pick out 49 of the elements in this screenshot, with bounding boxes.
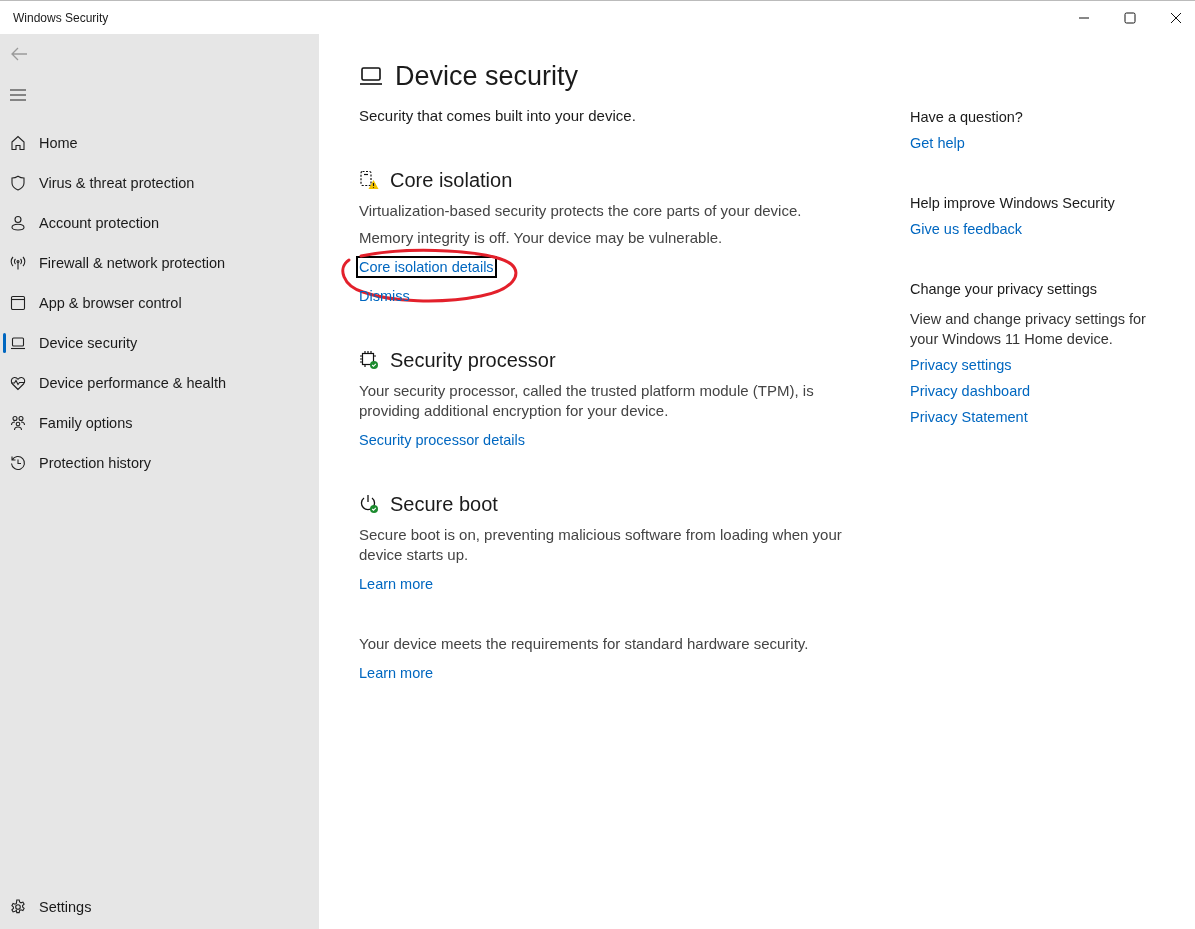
close-icon[interactable] xyxy=(1170,11,1182,24)
home-icon xyxy=(10,135,26,151)
help-heading: Change your privacy settings xyxy=(910,280,1098,299)
help-heading: Help improve Windows Security xyxy=(910,194,1116,213)
help-heading: Have a question? xyxy=(910,108,1024,127)
person-icon xyxy=(10,215,26,231)
window-icon xyxy=(10,295,26,311)
section-text: Secure boot is on, preventing malicious software from loading when your device starts up. xyxy=(359,525,843,565)
section-heading: Security processor xyxy=(390,348,556,372)
people-icon xyxy=(10,415,26,431)
laptop-icon xyxy=(10,335,26,351)
section-text: Memory integrity is off. Your device may be vulnerable. xyxy=(359,228,724,248)
page-title: Device security xyxy=(395,60,579,92)
laptop-icon xyxy=(359,64,383,88)
heartbeat-icon xyxy=(10,375,26,391)
section-text: Virtualization-based security protects the core parts of your device. xyxy=(359,201,803,221)
footer-text: Your device meets the requirements for standard hardware security. xyxy=(359,634,810,654)
menu-icon[interactable] xyxy=(10,89,26,101)
help-link[interactable]: Privacy dashboard xyxy=(907,380,1034,402)
sidebar-item[interactable]: Device performance & health xyxy=(0,363,319,403)
help-link[interactable]: Privacy settings xyxy=(907,354,1015,376)
link[interactable]: Core isolation details xyxy=(356,256,497,278)
section-text: Your security processor, called the trusted platform module (TPM), is providing additional encryption for your device. xyxy=(359,381,815,421)
maximize-icon[interactable] xyxy=(1124,11,1136,24)
page-subtitle: Security that comes built into your device. xyxy=(359,106,637,126)
back-arrow-icon[interactable] xyxy=(10,46,28,62)
window-title: Windows Security xyxy=(13,10,109,25)
settings-item[interactable]: Settings xyxy=(0,887,319,927)
sidebar-item[interactable]: Account protection xyxy=(0,203,319,243)
settings-icon xyxy=(10,899,26,915)
learn-more-link[interactable]: Learn more xyxy=(356,662,437,684)
link[interactable]: Learn more xyxy=(356,573,437,595)
sidebar-item[interactable]: App & browser control xyxy=(0,283,319,323)
sidebar-item[interactable]: Firewall & network protection xyxy=(0,243,319,283)
help-link[interactable]: Privacy Statement xyxy=(907,406,1031,428)
help-link[interactable]: Give us feedback xyxy=(907,218,1026,240)
link[interactable]: Security processor details xyxy=(356,429,528,451)
help-link[interactable]: Get help xyxy=(907,132,968,154)
sidebar-item[interactable]: Device security xyxy=(0,323,319,363)
antenna-icon xyxy=(10,255,26,271)
sidebar-item[interactable]: Virus & threat protection xyxy=(0,163,319,203)
sidebar-item[interactable]: Home xyxy=(0,123,319,163)
section-heading: Secure boot xyxy=(390,492,498,516)
sidebar-item[interactable]: Protection history xyxy=(0,443,319,483)
history-icon xyxy=(10,455,26,471)
sidebar-item[interactable]: Family options xyxy=(0,403,319,443)
section-heading: Core isolation xyxy=(390,168,513,192)
shield-icon xyxy=(10,175,26,191)
help-text: View and change privacy settings for your Windows 11 Home device. xyxy=(910,310,1147,349)
